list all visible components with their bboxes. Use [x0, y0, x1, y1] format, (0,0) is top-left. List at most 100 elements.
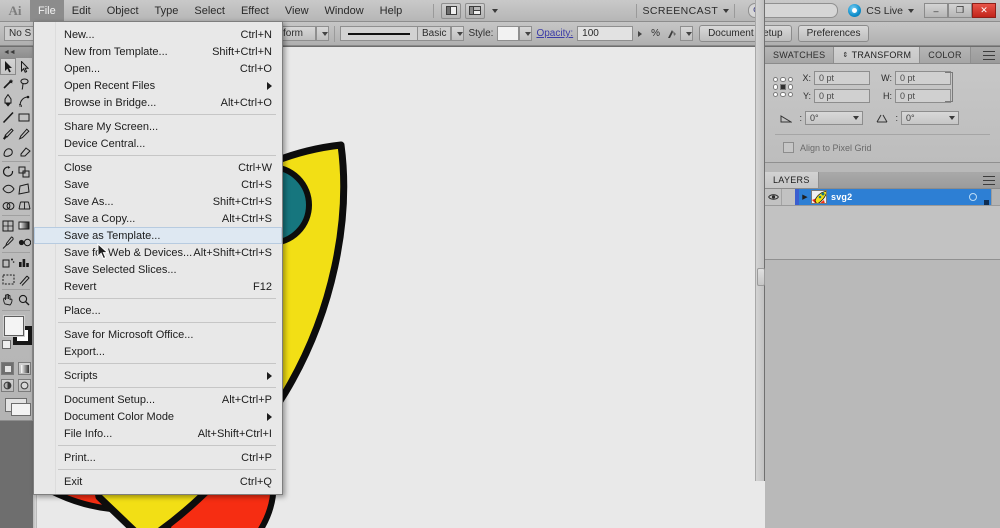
menu-edit[interactable]: Edit — [64, 0, 99, 22]
close-button[interactable]: ✕ — [972, 3, 996, 18]
restore-button[interactable]: ❐ — [948, 3, 972, 18]
screen-mode-icon[interactable] — [5, 398, 31, 416]
brush-caret[interactable] — [451, 26, 465, 41]
mesh-tool[interactable] — [0, 217, 16, 234]
tab-layers[interactable]: LAYERS — [765, 172, 819, 188]
layer-name[interactable]: svg2 — [831, 192, 965, 202]
lasso-tool[interactable] — [16, 75, 32, 92]
pen-tool[interactable] — [0, 92, 16, 109]
rotate-tool[interactable] — [0, 163, 16, 180]
align-pixel-grid-row[interactable]: Align to Pixel Grid — [773, 142, 992, 153]
eye-icon[interactable] — [765, 189, 781, 205]
menu-item-document-color-mode[interactable]: Document Color Mode — [34, 408, 282, 425]
menu-item-open[interactable]: Open... Ctrl+O — [34, 60, 282, 77]
paintbrush-tool[interactable] — [0, 126, 16, 143]
menu-item-place[interactable]: Place... — [34, 302, 282, 319]
eraser-tool[interactable] — [16, 143, 32, 160]
tab-color[interactable]: COLOR — [920, 47, 971, 63]
minimize-button[interactable]: – — [924, 3, 948, 18]
menu-item-save[interactable]: Save Ctrl+S — [34, 176, 282, 193]
workspace-switcher-label[interactable]: SCREENCAST — [642, 5, 718, 17]
stroke-profile-caret[interactable] — [316, 26, 329, 41]
gradient-icon[interactable] — [18, 362, 31, 375]
chevron-right-icon[interactable]: ▶ — [799, 193, 811, 201]
selection-tool[interactable] — [0, 58, 16, 75]
opacity-extra-caret[interactable] — [680, 26, 694, 41]
gradient-tool[interactable] — [16, 217, 32, 234]
table-row[interactable]: ▶ svg2 — [765, 189, 1000, 206]
perspective-grid-tool[interactable] — [16, 197, 32, 214]
width-tool[interactable] — [0, 180, 16, 197]
chevron-down-icon[interactable] — [492, 8, 499, 13]
style-caret[interactable] — [519, 26, 533, 41]
pencil-tool[interactable] — [16, 126, 32, 143]
menu-item-revert[interactable]: Revert F12 — [34, 278, 282, 295]
draw-behind-icon[interactable] — [18, 379, 31, 392]
menu-item-browse-in-bridge[interactable]: Browse in Bridge... Alt+Ctrl+O — [34, 94, 282, 111]
lock-icon[interactable] — [781, 189, 795, 205]
hand-tool[interactable] — [0, 291, 16, 308]
opacity-mask-icon[interactable] — [664, 28, 680, 40]
target-indicator-icon[interactable] — [965, 193, 981, 201]
scale-tool[interactable] — [16, 163, 32, 180]
document-setup-button[interactable]: Document Setup — [699, 25, 792, 42]
menu-item-file-info[interactable]: File Info... Alt+Shift+Ctrl+I — [34, 425, 282, 442]
opacity-input[interactable]: 100 — [577, 26, 634, 41]
y-input[interactable]: 0 pt — [814, 89, 870, 103]
chevron-down-icon[interactable] — [723, 8, 730, 13]
magic-wand-tool[interactable] — [0, 75, 16, 92]
menu-item-save-for-microsoft-office[interactable]: Save for Microsoft Office... — [34, 326, 282, 343]
align-pixel-grid-checkbox[interactable] — [783, 142, 794, 153]
rectangle-tool[interactable] — [16, 109, 32, 126]
fill-swatch[interactable] — [4, 316, 24, 336]
rotate-angle-input[interactable]: 0° — [805, 111, 863, 125]
preferences-button[interactable]: Preferences — [797, 25, 870, 42]
artboard-tool[interactable] — [0, 271, 16, 288]
blob-brush-tool[interactable] — [0, 143, 16, 160]
menu-item-open-recent-files[interactable]: Open Recent Files — [34, 77, 282, 94]
menu-window[interactable]: Window — [317, 0, 372, 22]
reference-point-selector[interactable] — [773, 77, 793, 97]
menu-object[interactable]: Object — [99, 0, 147, 22]
style-swatch[interactable] — [497, 26, 520, 41]
zoom-tool[interactable] — [16, 291, 32, 308]
column-graph-tool[interactable] — [16, 254, 32, 271]
eyedropper-tool[interactable] — [0, 234, 16, 251]
screen-mode-icon[interactable] — [465, 2, 486, 19]
x-input[interactable]: 0 pt — [814, 71, 870, 85]
tools-collapse-grip[interactable]: ◄◄ — [0, 47, 32, 58]
menu-select[interactable]: Select — [186, 0, 233, 22]
menu-item-device-central[interactable]: Device Central... — [34, 135, 282, 152]
line-segment-tool[interactable] — [0, 109, 16, 126]
menu-item-close[interactable]: Close Ctrl+W — [34, 159, 282, 176]
add-anchor-point-tool[interactable] — [16, 92, 32, 109]
slice-tool[interactable] — [16, 271, 32, 288]
symbol-sprayer-tool[interactable] — [0, 254, 16, 271]
brush-preview[interactable] — [340, 26, 418, 41]
panel-collapse-knob[interactable] — [757, 268, 765, 286]
cs-live-button[interactable]: CS Live — [848, 4, 914, 17]
opacity-label[interactable]: Opacity: — [536, 28, 573, 39]
menu-item-save-as-template[interactable]: Save as Template... — [34, 227, 282, 244]
shear-angle-input[interactable]: 0° — [901, 111, 959, 125]
w-input[interactable]: 0 pt — [895, 71, 951, 85]
file-menu-dropdown[interactable]: New... Ctrl+N New from Template... Shift… — [33, 21, 283, 495]
free-transform-tool[interactable] — [16, 180, 32, 197]
draw-normal-icon[interactable] — [1, 379, 14, 392]
opacity-stepper[interactable] — [633, 30, 647, 37]
direct-selection-tool[interactable] — [16, 58, 32, 75]
menu-item-print[interactable]: Print... Ctrl+P — [34, 449, 282, 466]
color-icon[interactable] — [1, 362, 14, 375]
menu-item-document-setup[interactable]: Document Setup... Alt+Ctrl+P — [34, 391, 282, 408]
menu-item-scripts[interactable]: Scripts — [34, 367, 282, 384]
menu-item-save-a-copy[interactable]: Save a Copy... Alt+Ctrl+S — [34, 210, 282, 227]
default-fill-stroke-icon[interactable] — [2, 340, 11, 349]
panel-collapse-bar[interactable] — [755, 0, 765, 481]
constrain-proportions-icon[interactable] — [945, 72, 953, 102]
menu-item-save-for-web-and-devices[interactable]: Save for Web & Devices... Alt+Shift+Ctrl… — [34, 244, 282, 261]
menu-effect[interactable]: Effect — [233, 0, 277, 22]
menu-item-export[interactable]: Export... — [34, 343, 282, 360]
tab-swatches[interactable]: SWATCHES — [765, 47, 835, 63]
h-input[interactable]: 0 pt — [895, 89, 951, 103]
tab-transform[interactable]: ⇕ TRANSFORM — [834, 47, 921, 63]
